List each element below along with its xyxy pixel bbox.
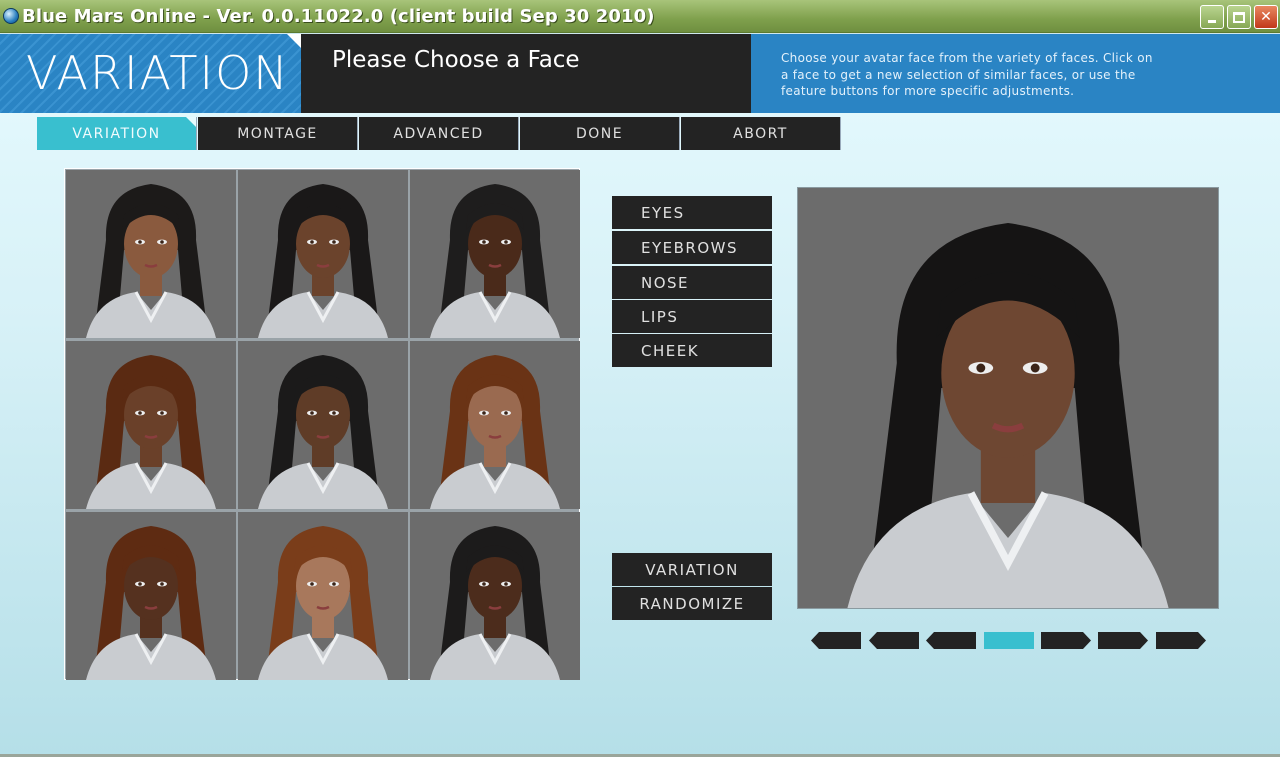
minimize-icon: [1208, 19, 1216, 23]
button-label: NOSE: [641, 273, 690, 292]
close-icon: ✕: [1260, 9, 1272, 25]
tab-corner-decoration: [186, 117, 196, 127]
globe-icon: [3, 8, 19, 24]
button-label: LIPS: [641, 307, 679, 326]
face-option[interactable]: [238, 341, 408, 509]
tab-done[interactable]: DONE: [520, 117, 680, 150]
face-option[interactable]: [66, 170, 236, 338]
button-label: RANDOMIZE: [639, 594, 745, 613]
arrow-left-icon: [926, 632, 976, 649]
button-label: CHEEK: [641, 341, 700, 360]
face-option[interactable]: [410, 170, 580, 338]
tab-label: MONTAGE: [237, 125, 318, 142]
page-arrow-right[interactable]: [1156, 632, 1206, 649]
instructions-text: Choose your avatar face from the variety…: [781, 51, 1153, 98]
face-option[interactable]: [410, 341, 580, 509]
window-title-bar[interactable]: Blue Mars Online - Ver. 0.0.11022.0 (cli…: [0, 0, 1280, 33]
face-grid: [64, 168, 580, 680]
maximize-icon: [1233, 11, 1245, 23]
tab-label: ADVANCED: [393, 125, 484, 142]
arrow-right-icon: [1156, 632, 1206, 649]
button-label: EYEBROWS: [641, 238, 738, 257]
tab-label: ABORT: [733, 125, 788, 142]
face-option[interactable]: [66, 512, 236, 680]
tab-montage[interactable]: MONTAGE: [198, 117, 358, 150]
face-option[interactable]: [238, 170, 408, 338]
tab-variation[interactable]: VARIATION: [37, 117, 197, 150]
header: VARIATION Please Choose a Face Choose yo…: [0, 34, 1280, 113]
tab-advanced[interactable]: ADVANCED: [359, 117, 519, 150]
heading-panel: Please Choose a Face: [301, 34, 751, 113]
arrow-left-icon: [869, 632, 919, 649]
eyes-button[interactable]: EYES: [612, 196, 772, 229]
cheek-button[interactable]: CHEEK: [612, 334, 772, 367]
button-label: VARIATION: [645, 560, 739, 579]
page-arrow-right[interactable]: [1041, 632, 1091, 649]
nose-button[interactable]: NOSE: [612, 266, 772, 299]
lips-button[interactable]: LIPS: [612, 300, 772, 333]
maximize-button[interactable]: [1227, 5, 1251, 29]
tab-abort[interactable]: ABORT: [681, 117, 841, 150]
app-area: VARIATION Please Choose a Face Choose yo…: [0, 34, 1280, 754]
page-arrow-left[interactable]: [811, 632, 861, 649]
eyebrows-button[interactable]: EYEBROWS: [612, 231, 772, 264]
face-option[interactable]: [238, 512, 408, 680]
arrow-left-icon: [811, 632, 861, 649]
face-option[interactable]: [66, 341, 236, 509]
close-button[interactable]: ✕: [1254, 5, 1278, 29]
brand-title: VARIATION: [26, 46, 290, 100]
page-title: Please Choose a Face: [332, 47, 580, 73]
brand-panel: VARIATION: [0, 34, 301, 113]
tab-label: VARIATION: [72, 125, 161, 142]
tab-label: DONE: [575, 125, 624, 142]
page-indicator-current[interactable]: [984, 632, 1034, 649]
page-arrow-left[interactable]: [869, 632, 919, 649]
window-title: Blue Mars Online - Ver. 0.0.11022.0 (cli…: [22, 6, 655, 27]
variation-button[interactable]: VARIATION: [612, 553, 772, 586]
arrow-right-icon: [1098, 632, 1148, 649]
randomize-button[interactable]: RANDOMIZE: [612, 587, 772, 620]
page-arrow-right[interactable]: [1098, 632, 1148, 649]
page-arrow-left[interactable]: [926, 632, 976, 649]
page-indicator-icon: [984, 632, 1034, 649]
face-option[interactable]: [410, 512, 580, 680]
minimize-button[interactable]: [1200, 5, 1224, 29]
brand-corner-decoration: [287, 34, 301, 48]
avatar-preview: [797, 187, 1219, 609]
button-label: EYES: [641, 203, 685, 222]
arrow-right-icon: [1041, 632, 1091, 649]
